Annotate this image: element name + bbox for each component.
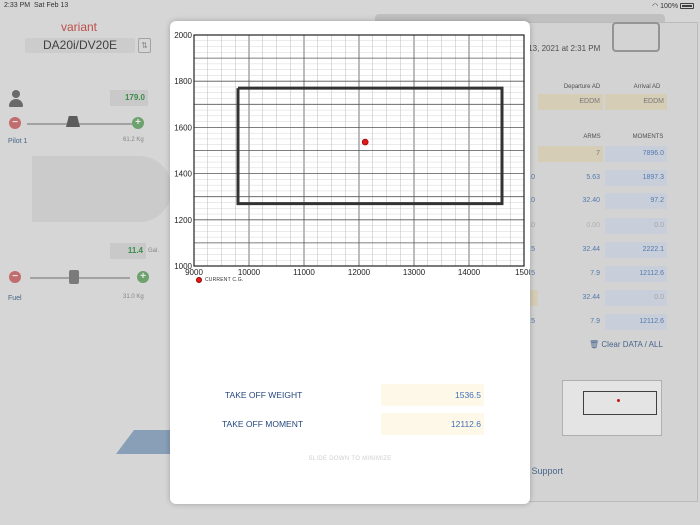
y-tick-label: 1000	[174, 262, 192, 271]
x-tick-label: 10000	[238, 268, 261, 276]
x-tick-label: 13000	[403, 268, 426, 276]
y-tick-label: 1800	[174, 77, 192, 86]
x-tick-label: 14000	[458, 268, 481, 276]
x-tick-label: 12000	[348, 268, 371, 276]
x-tick-label: 1500	[515, 268, 530, 276]
current-cg-point	[361, 138, 369, 146]
y-tick-label: 2000	[174, 31, 192, 40]
cg-modal[interactable]: 9000100001100012000130001400015001000120…	[170, 21, 530, 504]
x-tick-label: 11000	[293, 268, 315, 276]
takeoff-weight-value: 1536.5	[381, 384, 484, 406]
legend-marker	[196, 277, 202, 283]
y-tick-label: 1600	[174, 123, 192, 132]
legend-label: CURRENT C.G.	[205, 277, 244, 283]
takeoff-moment-value: 12112.6	[381, 413, 484, 435]
minimize-hint[interactable]: SLIDE DOWN TO MINIMIZE	[170, 456, 530, 462]
cg-envelope-chart: 9000100001100012000130001400015001000120…	[174, 31, 530, 276]
y-tick-label: 1400	[174, 170, 192, 179]
y-tick-label: 1200	[174, 216, 192, 225]
